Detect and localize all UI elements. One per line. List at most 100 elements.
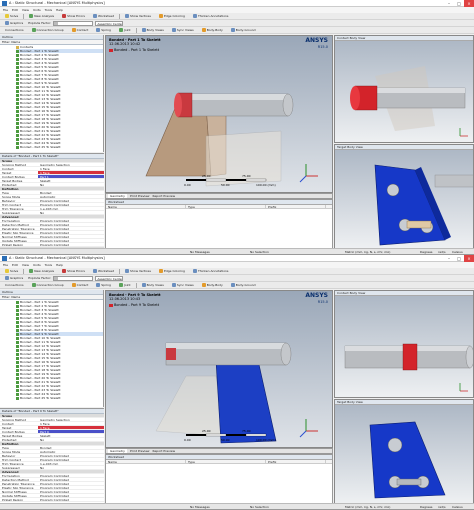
details-value[interactable]: 1 Face: [38, 171, 104, 174]
tab-print-preview[interactable]: Print Preview: [130, 449, 150, 453]
menu-help[interactable]: Help: [56, 263, 63, 267]
details-value[interactable]: Part 1: [38, 175, 104, 178]
thicken-annotations-button[interactable]: Thicken Annotations: [190, 268, 232, 274]
details-value[interactable]: No: [38, 466, 104, 469]
details-value[interactable]: Program Controlled: [38, 490, 104, 493]
graphics-viewport[interactable]: 0.00 50.00 100.00 (mm) 25.00 75.00 Bonde…: [105, 290, 333, 448]
menu-view[interactable]: View: [22, 8, 29, 12]
tab-report-preview[interactable]: Report Preview: [153, 194, 176, 198]
details-value[interactable]: Program Controlled: [38, 494, 104, 497]
menu-file[interactable]: File: [3, 8, 8, 12]
details-value[interactable]: No: [38, 183, 104, 186]
details-value[interactable]: Program Controlled: [38, 231, 104, 234]
solve-button[interactable]: Solve: [2, 13, 21, 19]
body-ground-button[interactable]: Body-Ground: [228, 27, 259, 33]
details-value[interactable]: Program Controlled: [38, 478, 104, 481]
details-value[interactable]: Geometry Selection: [38, 163, 104, 166]
menu-file[interactable]: File: [3, 263, 8, 267]
details-row[interactable]: Pinball Region Program Controlled: [0, 498, 104, 502]
show-errors-button[interactable]: Show Errors: [59, 13, 88, 19]
connection-group-button[interactable]: Connection Group: [29, 282, 67, 288]
maximize-button[interactable]: □: [454, 255, 464, 262]
contact-body-view[interactable]: Contact Body View: [334, 290, 474, 398]
details-value[interactable]: Automatic: [38, 450, 104, 453]
show-vertices-button[interactable]: Show Vertices: [122, 13, 154, 19]
details-value[interactable]: Program Controlled: [38, 498, 104, 501]
explode-factor-slider[interactable]: [53, 275, 94, 281]
details-value[interactable]: Skelett: [38, 179, 104, 182]
body-views-button[interactable]: Body Views: [139, 27, 167, 33]
body-body-button[interactable]: Body-Body: [199, 27, 226, 33]
joint-button[interactable]: Joint: [116, 27, 134, 33]
details-value[interactable]: Program Controlled: [38, 454, 104, 457]
details-value[interactable]: Skelett: [38, 434, 104, 437]
menu-view[interactable]: View: [22, 263, 29, 267]
body-ground-button[interactable]: Body-Ground: [228, 282, 259, 288]
new-analysis-button[interactable]: New Analysis: [26, 268, 57, 274]
details-value[interactable]: Program Controlled: [38, 227, 104, 230]
thicken-annotations-button[interactable]: Thicken Annotations: [190, 13, 232, 19]
details-value[interactable]: Program Controlled: [38, 199, 104, 202]
sync-views-button[interactable]: Sync Views: [169, 282, 197, 288]
new-analysis-button[interactable]: New Analysis: [26, 13, 57, 19]
details-value[interactable]: Part 9: [38, 430, 104, 433]
connection-group-button[interactable]: Connection Group: [29, 27, 67, 33]
solve-button[interactable]: Solve: [2, 268, 21, 274]
details-value[interactable]: 1 Face: [38, 426, 104, 429]
menu-help[interactable]: Help: [56, 8, 63, 12]
graphics-button[interactable]: Graphics: [2, 275, 26, 281]
sync-views-button[interactable]: Sync Views: [169, 27, 197, 33]
tab-report-preview[interactable]: Report Preview: [153, 449, 176, 453]
details-value[interactable]: Bonded: [38, 446, 104, 449]
status-messages[interactable]: No Messages: [190, 505, 210, 509]
details-value[interactable]: Program Controlled: [38, 486, 104, 489]
close-button[interactable]: ×: [464, 0, 474, 7]
maximize-button[interactable]: □: [454, 0, 464, 7]
show-errors-button[interactable]: Show Errors: [59, 268, 88, 274]
details-value[interactable]: 1 Face: [38, 422, 104, 425]
details-value[interactable]: Program Controlled: [38, 458, 104, 461]
outline-tree-item[interactable]: Bonded - Part 25 To Skelett: [16, 396, 103, 400]
graphics-button[interactable]: Graphics: [2, 20, 26, 26]
details-value[interactable]: 1.e-003 mm: [38, 207, 104, 210]
body-body-button[interactable]: Body-Body: [199, 282, 226, 288]
details-value[interactable]: 1 Face: [38, 167, 104, 170]
details-value[interactable]: 1.e-003 mm: [38, 462, 104, 465]
edge-coloring-button[interactable]: Edge Coloring: [156, 268, 188, 274]
spring-button[interactable]: Spring: [93, 282, 114, 288]
assembly-center-select[interactable]: Assembly Center: [95, 275, 124, 281]
menu-units[interactable]: Units: [33, 263, 41, 267]
details-value[interactable]: Program Controlled: [38, 474, 104, 477]
tab-print-preview[interactable]: Print Preview: [130, 194, 150, 198]
details-value[interactable]: Program Controlled: [38, 235, 104, 238]
details-value[interactable]: Program Controlled: [38, 223, 104, 226]
contact-body-view[interactable]: Contact Body View: [334, 35, 474, 143]
details-value[interactable]: Program Controlled: [38, 243, 104, 246]
details-value[interactable]: No: [38, 438, 104, 441]
details-value[interactable]: Program Controlled: [38, 482, 104, 485]
details-value[interactable]: Automatic: [38, 195, 104, 198]
details-value[interactable]: Program Controlled: [38, 203, 104, 206]
tab-geometry[interactable]: Geometry: [108, 449, 127, 453]
body-views-button[interactable]: Body Views: [139, 282, 167, 288]
details-value[interactable]: Program Controlled: [38, 239, 104, 242]
menu-edit[interactable]: Edit: [12, 8, 18, 12]
status-messages[interactable]: No Messages: [190, 250, 210, 254]
joint-button[interactable]: Joint: [116, 282, 134, 288]
tab-geometry[interactable]: Geometry: [108, 194, 127, 198]
details-value[interactable]: Bonded: [38, 191, 104, 194]
assembly-center-select[interactable]: Assembly Center: [95, 20, 124, 26]
menu-edit[interactable]: Edit: [12, 263, 18, 267]
outline-tree-item[interactable]: Bonded - Part 25 To Skelett: [16, 145, 103, 149]
target-body-view[interactable]: Target Body View: [334, 399, 474, 504]
menu-tools[interactable]: Tools: [45, 8, 52, 12]
menu-units[interactable]: Units: [33, 8, 41, 12]
details-value[interactable]: Program Controlled: [38, 219, 104, 222]
spring-button[interactable]: Spring: [93, 27, 114, 33]
details-value[interactable]: Geometry Selection: [38, 418, 104, 421]
contact-button[interactable]: Contact: [69, 27, 92, 33]
details-value[interactable]: No: [38, 211, 104, 214]
explode-factor-slider[interactable]: [53, 20, 94, 26]
target-body-view[interactable]: Target Body View: [334, 144, 474, 249]
close-button[interactable]: ×: [464, 255, 474, 262]
